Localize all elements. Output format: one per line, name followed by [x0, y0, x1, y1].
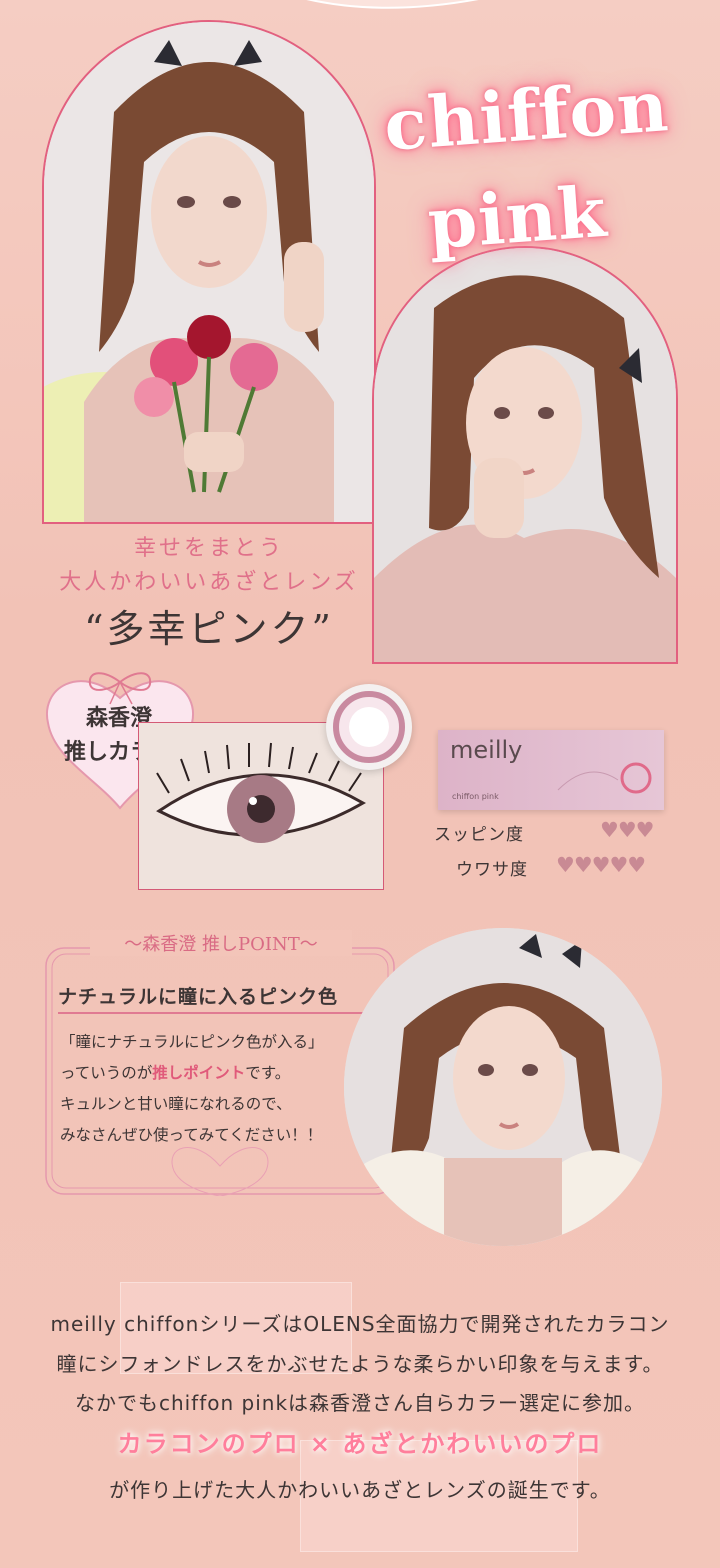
- point-line2-highlight: 推しポイント: [152, 1064, 246, 1082]
- model-photo-2: [372, 246, 678, 664]
- page: chiffon pink 幸せをまとう 大人かわいいあざとレンズ “多幸ピンク”…: [0, 0, 720, 1568]
- desc-line3: なかでもchiffon pinkは森香澄さん自らカラー選定に参加。: [74, 1391, 646, 1415]
- point-line2-c: です。: [245, 1064, 291, 1082]
- tagline-line1: 幸せをまとう: [133, 536, 284, 561]
- desc-line2: 瞳にシフォンドレスをかぶせたような柔らかい印象を与えます。: [56, 1352, 664, 1376]
- point-line4: みなさんぜひ使ってみてください！！: [60, 1126, 323, 1144]
- point-heading: ナチュラルに瞳に入るピンク色: [58, 986, 339, 1008]
- point-title: ～森香澄 推しPOINT～: [90, 930, 352, 956]
- rating-hearts-uwasa: ♥♥♥♥♥: [556, 853, 646, 877]
- rating-label-suppin: スッピン度: [434, 825, 524, 845]
- product-brand: meilly: [450, 736, 523, 764]
- point-line2: っていうのが推しポイントです。: [60, 1058, 390, 1089]
- desc-line4: が作り上げた大人かわいいあざとレンズの誕生です。: [109, 1478, 611, 1502]
- tagline-line2: 大人かわいいあざとレンズ: [59, 570, 359, 595]
- model-photo-3: [344, 928, 662, 1246]
- rating-hearts-suppin: ♥♥♥: [600, 818, 654, 842]
- point-line2-a: っていうのが: [60, 1064, 153, 1082]
- title-chiffon: chiffon: [381, 64, 672, 167]
- rating-label-uwasa: ウワサ度: [456, 860, 528, 880]
- model-photo-1: [42, 20, 376, 524]
- desc-line1: meilly chiffonシリーズはOLENS全面協力で開発されたカラコン: [50, 1312, 670, 1336]
- lens-image: [326, 684, 412, 770]
- product-color-name: chiffon pink: [452, 792, 499, 801]
- point-underline: [58, 1012, 374, 1014]
- catch-copy: “多幸ピンク”: [84, 607, 334, 651]
- pro-highlight: カラコンのプロ × あざとかわいいのプロ: [117, 1430, 603, 1458]
- point-line3: キュルンと甘い瞳になれるので、: [60, 1095, 292, 1113]
- point-body: 「瞳にナチュラルにピンク色が入る」 っていうのが推しポイントです。 キュルンと甘…: [60, 1027, 390, 1151]
- point-line1: 「瞳にナチュラルにピンク色が入る」: [60, 1033, 324, 1051]
- title-pink: pink: [425, 169, 610, 266]
- tagline: 幸せをまとう 大人かわいいあざとレンズ: [44, 532, 374, 600]
